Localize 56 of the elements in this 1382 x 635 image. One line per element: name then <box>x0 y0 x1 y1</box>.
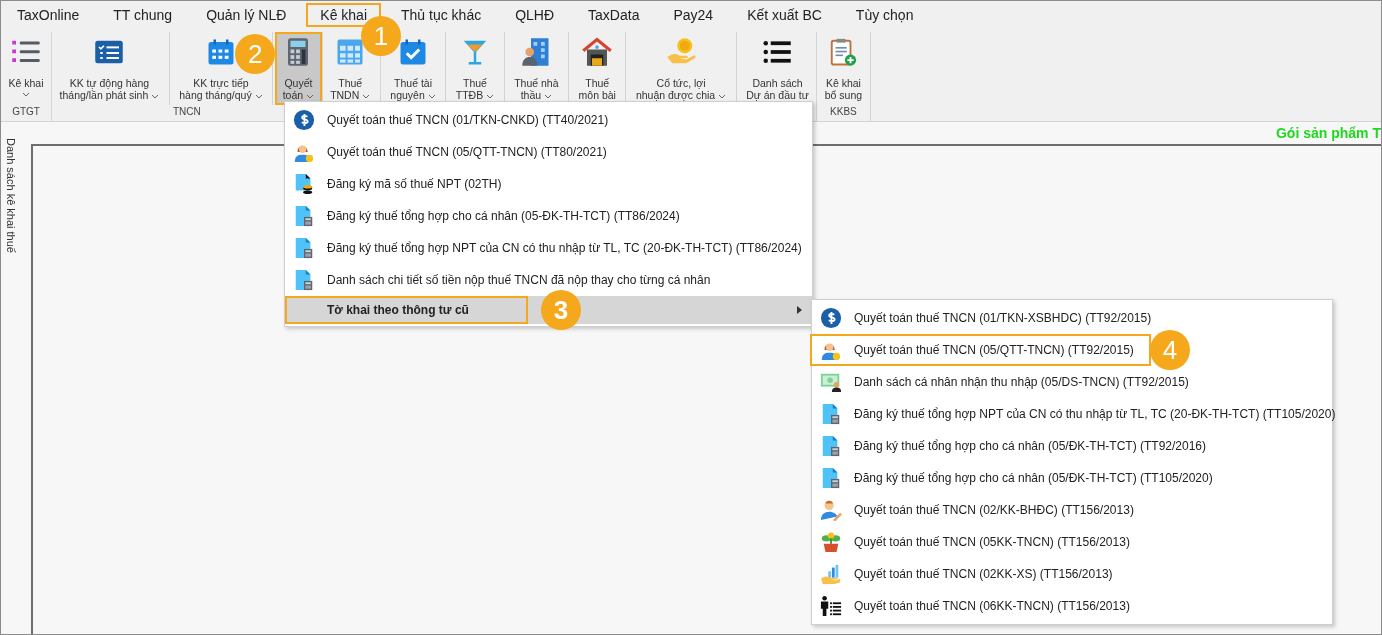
ribbon-button[interactable]: Thuế TTĐB <box>448 32 502 105</box>
menu-tab[interactable]: TaxData <box>574 3 654 27</box>
step-callout-tooltip: 3 <box>541 290 581 330</box>
menu-tab[interactable]: TT chung <box>99 3 187 27</box>
menu-item[interactable]: Quyết toán thuế TNCN (06KK-TNCN) (TT156/2013) <box>812 590 1332 622</box>
ribbon-button[interactable]: Kê khai bổ sung <box>817 32 870 105</box>
ribbon-button[interactable]: Thuế môn bài <box>571 32 624 105</box>
group-label: GTGT <box>11 105 41 119</box>
building-icon <box>521 37 552 67</box>
menu-item[interactable]: Quyết toán thuế TNCN (01/TKN-CNKD) (TT40/2021) <box>285 104 812 136</box>
product-package-text: Gói sản phẩm T <box>1276 125 1381 141</box>
menu-item[interactable]: Đăng ký thuế tổng hợp NPT của CN có thu nhập từ TL, TC (20-ĐK-TH-TCT) (TT86/2024) <box>285 232 812 264</box>
menu-item[interactable]: Đăng ký thuế tổng hợp cho cá nhân (05/ĐK-TH-TCT) (TT92/2016) <box>812 430 1332 462</box>
group-label: KKBS <box>829 105 858 119</box>
document-calculator-icon <box>820 403 842 425</box>
menu-item[interactable]: Đăng ký thuế tổng hợp cho cá nhân (05-ĐK-TH-TCT) (TT86/2024) <box>285 200 812 232</box>
menu-item[interactable]: Quyết toán thuế TNCN (02/KK-BHĐC) (TT156/2013) <box>812 494 1332 526</box>
menu-tab[interactable]: QLHĐ <box>501 3 569 27</box>
menu-item[interactable]: Quyết toán thuế TNCN (05/QTT-TNCN) (TT80/2021) <box>285 136 812 168</box>
warehouse-icon <box>582 37 613 67</box>
document-calculator-icon <box>293 205 315 227</box>
dollar-coin-icon <box>293 109 315 131</box>
ribbon-button[interactable]: Danh sách Dự án đầu tư <box>738 32 817 105</box>
plant-icon <box>820 531 842 553</box>
calendar-check-icon <box>398 37 428 67</box>
menu-tab[interactable]: Pay24 <box>659 3 728 27</box>
group-label: TNCN <box>171 105 202 119</box>
menu-item[interactable]: Quyết toán thuế TNCN (05KK-TNCN) (TT156/2013) <box>812 526 1332 558</box>
ribbon-button[interactable]: Quyết toán <box>275 32 322 105</box>
menu-tab[interactable]: TaxOnline <box>3 3 94 27</box>
ribbon-button[interactable]: Kê khai <box>1 32 52 105</box>
clipboard-add-icon <box>828 37 859 67</box>
document-calculator-icon <box>820 467 842 489</box>
calendar-icon <box>206 37 236 67</box>
table-icon <box>335 37 366 67</box>
step-callout-tooltip: 2 <box>235 34 276 74</box>
dollar-coin-icon <box>820 307 842 329</box>
menu-item[interactable]: Đăng ký mã số thuế NPT (02TH) <box>285 168 812 200</box>
ribbon-button[interactable]: Thuế nhà thầu <box>506 32 567 105</box>
document-calculator-icon <box>293 269 315 291</box>
banknote-icon <box>820 371 842 393</box>
menu-tab[interactable]: Tùy chọn <box>841 3 928 27</box>
document-calculator-icon <box>293 237 315 259</box>
document-coins-icon <box>293 173 315 195</box>
hand-chart-icon <box>820 563 842 585</box>
menu-tab[interactable]: Quản lý NLĐ <box>192 3 301 27</box>
ribbon-button[interactable]: Cổ tức, lợi nhuận được chia <box>628 32 734 105</box>
ribbon-button[interactable]: KK tự động hàng tháng/lần phát sinh <box>52 32 167 105</box>
person-edit-icon <box>820 499 842 521</box>
menu-item[interactable]: Đăng ký thuế tổng hợp cho cá nhân (05/ĐK-TH-TCT) (TT105/2020) <box>812 462 1332 494</box>
side-panel-title[interactable]: Danh sách kê khai thuế <box>5 138 17 253</box>
document-calculator-icon <box>820 435 842 457</box>
step-callout-tooltip: 4 <box>1150 330 1190 370</box>
menu-tab[interactable]: Kết xuất BC <box>733 3 836 27</box>
menu-item[interactable]: Quyết toán thuế TNCN (02KK-XS) (TT156/2013) <box>812 558 1332 590</box>
person-list-icon <box>820 595 842 617</box>
